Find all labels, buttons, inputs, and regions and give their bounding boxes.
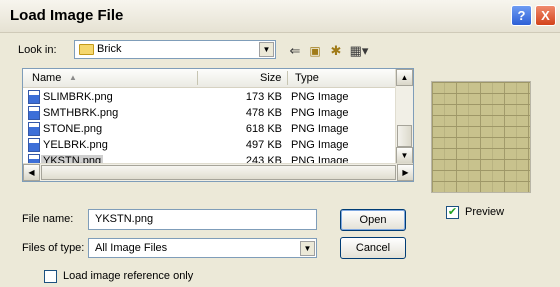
close-button[interactable]: X: [535, 5, 556, 26]
preview-checkbox[interactable]: ✔: [446, 206, 459, 219]
file-name: STONE.png: [43, 123, 103, 135]
files-of-type-label: Files of type:: [22, 242, 85, 254]
scroll-left-icon[interactable]: ◀: [23, 164, 40, 181]
view-menu-icon[interactable]: ▦▾: [348, 43, 370, 59]
png-file-icon: [28, 122, 40, 136]
folder-icon: [79, 44, 94, 55]
help-icon: ?: [517, 8, 526, 23]
scroll-up-icon[interactable]: ▲: [396, 69, 413, 86]
back-arrow-icon[interactable]: ⇐: [287, 43, 303, 59]
file-type: PNG Image: [291, 123, 349, 135]
list-item[interactable]: SMTHBRK.png 478 KB PNG Image: [23, 105, 397, 121]
dropdown-arrow-icon: ▼: [300, 241, 315, 256]
new-folder-icon[interactable]: ✱: [328, 43, 344, 59]
dropdown-arrow-icon: ▼: [259, 42, 274, 57]
file-name-field[interactable]: YKSTN.png: [88, 209, 317, 230]
file-name-value: YKSTN.png: [95, 213, 154, 225]
list-header: Name ▲ Size Type: [23, 69, 397, 88]
up-folder-icon[interactable]: ▣: [307, 43, 323, 59]
png-file-icon: [28, 90, 40, 104]
horizontal-scroll-thumb[interactable]: [41, 165, 396, 180]
look-in-label: Look in:: [18, 44, 57, 56]
file-type: PNG Image: [291, 139, 349, 151]
sort-ascending-icon: ▲: [69, 73, 77, 82]
files-of-type-dropdown[interactable]: All Image Files ▼: [88, 238, 317, 258]
scroll-down-icon[interactable]: ▼: [396, 147, 413, 164]
title-bar[interactable]: Load Image File ? X: [0, 0, 560, 33]
look-in-value: Brick: [97, 43, 122, 55]
png-file-icon: [28, 106, 40, 120]
file-size: 618 KB: [245, 123, 282, 135]
file-name: SMTHBRK.png: [43, 107, 119, 119]
file-type: PNG Image: [291, 91, 349, 103]
cancel-button[interactable]: Cancel: [340, 237, 406, 259]
open-button[interactable]: Open: [340, 209, 406, 231]
vertical-scroll-thumb[interactable]: [397, 125, 412, 147]
list-item[interactable]: YELBRK.png 497 KB PNG Image: [23, 137, 397, 153]
column-size[interactable]: Size: [260, 72, 281, 84]
load-image-dialog: Load Image File ? X Look in: Brick ▼ ⇐ ▣…: [0, 0, 560, 287]
close-icon: X: [541, 8, 550, 23]
file-size: 173 KB: [245, 91, 282, 103]
look-in-dropdown[interactable]: Brick ▼: [74, 40, 276, 59]
window-title: Load Image File: [10, 7, 124, 24]
files-of-type-value: All Image Files: [95, 242, 168, 254]
scroll-right-icon[interactable]: ▶: [397, 164, 413, 181]
file-name: YELBRK.png: [43, 139, 108, 151]
column-divider[interactable]: [197, 71, 198, 85]
help-button[interactable]: ?: [511, 5, 532, 26]
reference-checkbox[interactable]: ✔: [44, 270, 57, 283]
png-file-icon: [28, 138, 40, 152]
column-type[interactable]: Type: [295, 72, 319, 84]
horizontal-scrollbar[interactable]: ◀ ▶: [23, 163, 413, 181]
file-name-label: File name:: [22, 213, 74, 225]
preview-label: Preview: [465, 206, 505, 218]
file-size: 478 KB: [245, 107, 282, 119]
file-size: 497 KB: [245, 139, 282, 151]
list-item[interactable]: SLIMBRK.png 173 KB PNG Image: [23, 89, 397, 105]
file-list[interactable]: Name ▲ Size Type SLIMBRK.png 173 KB PNG …: [22, 68, 414, 182]
file-name: SLIMBRK.png: [43, 91, 113, 103]
column-name[interactable]: Name: [32, 72, 61, 84]
list-item[interactable]: STONE.png 618 KB PNG Image: [23, 121, 397, 137]
column-divider[interactable]: [287, 71, 288, 85]
vertical-scrollbar[interactable]: ▲ ▼: [395, 69, 413, 164]
image-preview: [431, 81, 531, 193]
file-type: PNG Image: [291, 107, 349, 119]
reference-label: Load image reference only: [63, 270, 194, 282]
